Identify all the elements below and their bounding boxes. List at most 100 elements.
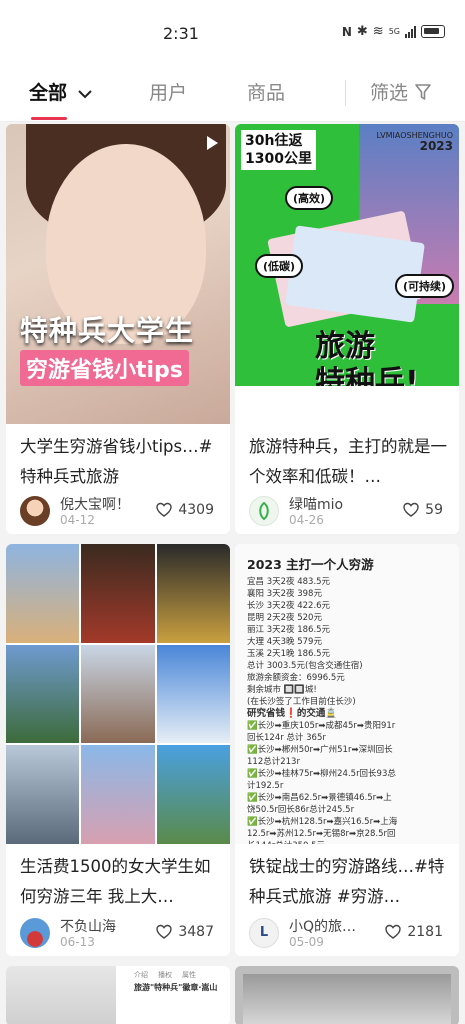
- card-cover-image[interactable]: 特种兵大学生 穷游省钱小tips: [6, 124, 230, 424]
- cover-route-line: ✅长沙➡杭州128.5r➡嘉兴16.5r➡上海: [247, 817, 398, 827]
- like-count: 4309: [178, 502, 214, 518]
- battery-icon: [421, 25, 445, 38]
- collage-photo: [156, 644, 230, 744]
- collage-photo: [6, 745, 80, 844]
- avatar[interactable]: [20, 918, 50, 948]
- heart-icon: [156, 502, 173, 517]
- card-title[interactable]: 大学生穷游省钱小tips…#特种兵式旅游: [20, 432, 220, 492]
- feed-card-partial[interactable]: [235, 966, 459, 1024]
- cover-text-line: 昆明 2天2夜 520元: [247, 613, 322, 623]
- card-cover-image[interactable]: [6, 544, 230, 844]
- collage-photo: [81, 644, 155, 744]
- cover-routes: ✅长沙➡重庆105r➡成都45r➡贵阳91r 回长124r 总计 365r ✅长沙➡…: [247, 720, 447, 844]
- like-button[interactable]: 3487: [156, 924, 214, 940]
- heart-icon: [385, 924, 402, 939]
- card-title[interactable]: 生活费1500的女大学生如何穷游三年 我上大…: [20, 852, 220, 912]
- cover-heading: 2023 主打一个人穷游: [247, 557, 374, 572]
- partial-title: 旅游"特种兵"徽章·嵩山: [134, 983, 218, 992]
- author-name[interactable]: 小Q的旅…: [289, 916, 356, 936]
- collage-photo: [156, 745, 230, 844]
- status-icons: N ✱ ≋ 5G: [342, 24, 445, 39]
- cover-route-line: 饶50.5r回长86r总计245.5r: [247, 805, 355, 815]
- heart-icon: [403, 502, 419, 517]
- collage-photo: [6, 644, 80, 744]
- cover-route-line: 回长124r 总计 365r: [247, 733, 326, 743]
- cover-route-line: 计192.5r: [247, 781, 284, 791]
- like-button[interactable]: 4309: [156, 502, 214, 518]
- author-name[interactable]: 不负山海: [60, 916, 116, 936]
- cover-header-line2: 1300公里: [245, 151, 312, 167]
- like-button[interactable]: 59: [403, 502, 443, 518]
- cover-year: 2023: [419, 139, 453, 153]
- filter-button[interactable]: 筛选: [370, 78, 432, 105]
- avatar[interactable]: L: [249, 918, 279, 948]
- cover-scrawl-line1: 旅游: [315, 329, 375, 364]
- collage-photo: [81, 745, 155, 844]
- cover-text-line: 总计 3003.5元(包含交通住宿): [247, 661, 363, 671]
- card-cover-image[interactable]: 30h往返 1300公里 LVMIAOSHENGHUO 2023 (高效) (低…: [235, 124, 459, 424]
- active-tab-indicator: [31, 117, 67, 120]
- collage-photo: [156, 544, 230, 643]
- cover-text-line: 丽江 3天2夜 186.5元: [247, 625, 331, 635]
- post-date: 04-12: [60, 513, 95, 527]
- cover-route-line: ✅长沙➡桂林75r➡柳州24.5r回长93总: [247, 769, 396, 779]
- cover-route-line: ✅长沙➡南昌62.5r➡景德镇46.5r➡上: [247, 793, 392, 803]
- author-name[interactable]: 绿喵mio: [289, 494, 343, 514]
- cover-route-line: 长144r总计350.5元: [247, 840, 447, 844]
- tab-divider: [345, 80, 346, 106]
- wifi-icon: ≋: [372, 24, 384, 39]
- collage-photo: [6, 544, 80, 643]
- cover-brand: LVMIAOSHENGHUO 2023: [377, 130, 453, 152]
- card-title[interactable]: 铁锭战士的穷游路线…#特种兵式旅游 #穷游…: [249, 852, 449, 912]
- partial-cover-image: [6, 966, 116, 1024]
- post-date: 05-09: [289, 935, 324, 949]
- tab-all[interactable]: 全部: [29, 78, 92, 105]
- cover-text-lines: 宜昌 3天2夜 483.5元 襄阳 3天2夜 398元 长沙 3天2夜 422.6元…: [247, 576, 447, 708]
- cover-bubble: (可持续): [395, 274, 455, 298]
- cover-route-line: ✅长沙➡郴州50r➡广州51r➡深圳回长: [247, 745, 393, 755]
- cover-header-line1: 30h往返: [245, 133, 303, 149]
- partial-tab-label: 介绍: [134, 971, 148, 979]
- video-play-icon: [207, 136, 218, 150]
- tab-products[interactable]: 商品: [247, 78, 285, 105]
- cover-header: 30h往返 1300公里: [241, 130, 316, 170]
- avatar[interactable]: [249, 496, 279, 526]
- nfc-icon: N: [341, 24, 352, 39]
- chevron-down-icon: [77, 90, 92, 99]
- cover-subheading: 研究省钱❗的交通🚊: [247, 708, 338, 719]
- cover-text-line: 玉溪 2天1晚 186.5元: [247, 649, 331, 659]
- cover-route-line: 112总计213r: [247, 757, 300, 767]
- tab-users[interactable]: 用户: [149, 78, 187, 105]
- leaf-logo-icon: [259, 501, 269, 521]
- post-date: 06-13: [60, 935, 95, 949]
- avatar[interactable]: [20, 496, 50, 526]
- like-count: 3487: [178, 924, 214, 940]
- cover-text-line: 宜昌 3天2夜 483.5元: [247, 577, 331, 587]
- like-count: 59: [425, 502, 443, 518]
- feed-card[interactable]: 生活费1500的女大学生如何穷游三年 我上大… 不负山海 06-13 3487: [6, 544, 230, 956]
- cover-bubble: (低碳): [255, 254, 304, 278]
- cover-text-line: (在长沙签了工作目前住长沙): [247, 697, 356, 707]
- like-button[interactable]: 2181: [385, 924, 443, 940]
- cover-text-main: 特种兵大学生: [20, 314, 195, 347]
- cover-text-sub: 穷游省钱小tips: [20, 350, 189, 386]
- signal-icon: [405, 25, 416, 38]
- feed-card-partial[interactable]: 介绍 播权 属性 旅游"特种兵"徽章·嵩山: [6, 966, 230, 1024]
- feed-card[interactable]: 特种兵大学生 穷游省钱小tips 大学生穷游省钱小tips…#特种兵式旅游 倪大…: [6, 124, 230, 534]
- partial-tabs: 介绍 播权 属性: [134, 970, 196, 980]
- card-cover-image[interactable]: 2023 主打一个人穷游 宜昌 3天2夜 483.5元 襄阳 3天2夜 398元长…: [235, 544, 459, 844]
- post-date: 04-26: [289, 513, 324, 527]
- tab-all-label: 全部: [29, 82, 68, 104]
- partial-tab-label: 播权: [158, 971, 172, 979]
- like-count: 2181: [407, 924, 443, 940]
- bluetooth-icon: ✱: [356, 24, 368, 39]
- status-bar: 2:31 N ✱ ≋ 5G: [0, 0, 465, 66]
- cover-text-line: 大理 4天3晚 579元: [247, 637, 322, 647]
- feed-card[interactable]: 2023 主打一个人穷游 宜昌 3天2夜 483.5元 襄阳 3天2夜 398元长…: [235, 544, 459, 956]
- feed-card[interactable]: 30h往返 1300公里 LVMIAOSHENGHUO 2023 (高效) (低…: [235, 124, 459, 534]
- cover-bubble: (高效): [285, 186, 334, 210]
- card-title[interactable]: 旅游特种兵，主打的就是一个效率和低碳！…: [249, 432, 449, 492]
- photo-collage: [6, 544, 230, 844]
- author-name[interactable]: 倪大宝啊！: [60, 494, 130, 514]
- filter-icon: [415, 83, 431, 100]
